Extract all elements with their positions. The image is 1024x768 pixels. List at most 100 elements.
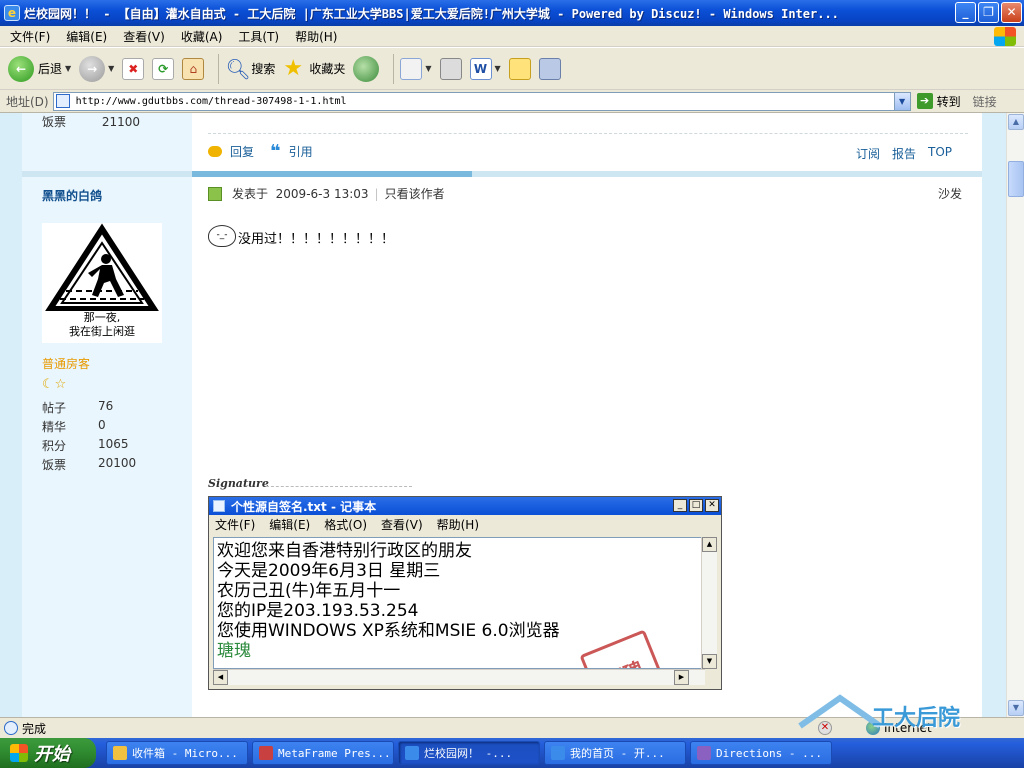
refresh-button[interactable]: ⟳ — [152, 57, 175, 80]
only-author-link[interactable]: 只看该作者 — [385, 185, 445, 202]
prev-stat-value: 21100 — [101, 115, 141, 129]
moon-icon: ☾ — [42, 377, 55, 392]
mail-dropdown-icon[interactable]: ▼ — [425, 64, 431, 73]
metaframe-icon — [259, 746, 273, 760]
stat-label: 帖子 — [42, 401, 67, 415]
popup-blocker-icon[interactable]: ✕ — [818, 721, 832, 735]
title-bar: e 烂校园网！！ - 【自由】灌水自由式 - 工大后院 |广东工业大学BBS|爱… — [0, 0, 1024, 26]
close-button[interactable]: ✕ — [1001, 2, 1022, 23]
reply-link[interactable]: 回复 — [230, 143, 254, 160]
links-button[interactable]: 链接 — [973, 93, 997, 110]
signature-image[interactable]: 个性源自签名.txt - 记事本 _ □ ✕ 文件(F) 编辑(E) 格式(O)… — [208, 496, 722, 690]
scroll-down-icon[interactable]: ▼ — [1008, 700, 1024, 716]
mail-button[interactable]: ▼ — [400, 57, 432, 80]
notepad-close-icon: ✕ — [705, 499, 719, 512]
notepad-scroll-down-icon: ▼ — [702, 654, 717, 669]
menu-tools[interactable]: 工具(T) — [238, 28, 279, 45]
post-icon — [208, 186, 222, 201]
pedestrian-sign-icon — [44, 223, 160, 312]
task-ie-forum[interactable]: 烂校园网！ -... — [398, 741, 540, 765]
stat-value: 1065 — [98, 437, 129, 451]
edit-button[interactable]: W ▼ — [469, 57, 501, 80]
avatar-caption-line2: 我在街上闲逛 — [69, 325, 135, 338]
search-button[interactable]: 🔍︎ 搜索 — [225, 58, 275, 80]
notepad-scroll-left-icon: ◀ — [213, 670, 228, 685]
notepad-menu-item: 格式(O) — [324, 518, 368, 532]
back-button[interactable]: ← 后退 ▼ — [8, 55, 71, 82]
scroll-thumb[interactable] — [1008, 161, 1024, 197]
rank-stars: ☾☆ — [42, 377, 67, 392]
task-metaframe[interactable]: MetaFrame Pres... — [252, 741, 394, 765]
toolbar: ← 后退 ▼ → ▼ ✖ ⟳ ⌂ 🔍︎ 搜索 ★ 收藏夹 ▼ W ▼ — [0, 48, 1024, 90]
research-button[interactable] — [538, 57, 561, 80]
go-arrow-icon[interactable]: ➔ — [916, 93, 933, 109]
scroll-up-icon[interactable]: ▲ — [1008, 114, 1024, 130]
address-dropdown-icon[interactable]: ▼ — [893, 92, 910, 110]
task-label: 烂校园网！ -... — [424, 747, 513, 760]
stop-icon: ✖ — [122, 57, 145, 80]
task-homepage[interactable]: 我的首页 - 开... — [544, 741, 686, 765]
history-button[interactable] — [353, 55, 380, 82]
forum-post-area: 饭票 21100 回复 ❝ 引用 订阅 报告 TOP 黑黑的白鸽 那一夜, 我在… — [22, 113, 982, 717]
page-scrollbar[interactable]: ▲ ▼ — [1006, 113, 1024, 717]
go-button[interactable]: 转到 — [937, 93, 961, 110]
maximize-button[interactable]: ❐ — [978, 2, 999, 23]
notepad-menu-item: 文件(F) — [215, 518, 256, 532]
home-button[interactable]: ⌂ — [182, 57, 205, 80]
stop-button[interactable]: ✖ — [122, 57, 145, 80]
notepad-titlebar: 个性源自签名.txt - 记事本 _ □ ✕ — [209, 497, 721, 515]
minimize-button[interactable]: _ — [955, 2, 976, 23]
notepad-scroll-right-icon: ▶ — [674, 670, 689, 685]
forward-dropdown-icon[interactable]: ▼ — [108, 64, 114, 73]
menu-file[interactable]: 文件(F) — [10, 28, 50, 45]
stat-row: 精华 0 — [42, 418, 136, 437]
reply-bubble-icon — [208, 146, 222, 157]
notepad-minimize-icon: _ — [673, 499, 687, 512]
favorites-star-icon: ★ — [283, 55, 304, 81]
quote-link[interactable]: 引用 — [289, 143, 313, 160]
task-label: 我的首页 - 开... — [570, 747, 665, 760]
address-url[interactable]: http://www.gdutbbs.com/thread-307498-1-1… — [76, 96, 894, 107]
status-text: 完成 — [22, 721, 47, 736]
ie-app-icon[interactable]: e — [4, 5, 20, 21]
signature-divider — [266, 486, 412, 487]
avatar-caption: 那一夜, 我在街上闲逛 — [42, 311, 162, 339]
stat-value: 20100 — [98, 456, 137, 470]
edit-dropdown-icon[interactable]: ▼ — [495, 64, 501, 73]
ie-icon — [405, 746, 419, 760]
toolbar-separator — [218, 53, 220, 84]
notepad-text-area: 欢迎您来自香港特别行政区的朋友 今天是2009年6月3日 星期三 农历己丑(牛)… — [213, 537, 705, 669]
user-rank: 普通房客 — [42, 357, 91, 371]
address-bar: 地址(D) http://www.gdutbbs.com/thread-3074… — [0, 90, 1024, 113]
page-viewport: 饭票 21100 回复 ❝ 引用 订阅 报告 TOP 黑黑的白鸽 那一夜, 我在… — [0, 113, 1006, 717]
notes-button[interactable] — [508, 57, 531, 80]
avatar[interactable]: 那一夜, 我在街上闲逛 — [42, 223, 162, 343]
menu-edit[interactable]: 编辑(E) — [66, 28, 107, 45]
menu-bar: 文件(F) 编辑(E) 查看(V) 收藏(A) 工具(T) 帮助(H) — [0, 26, 1024, 47]
windows-logo-icon — [994, 27, 1016, 46]
signature-label: Signature — [208, 477, 269, 490]
top-link[interactable]: TOP — [928, 145, 952, 162]
task-outlook[interactable]: 收件箱 - Micro... — [106, 741, 248, 765]
menu-help[interactable]: 帮助(H) — [295, 28, 337, 45]
zone-label: Internet — [884, 721, 932, 735]
forward-button[interactable]: → ▼ — [79, 55, 114, 82]
task-label: MetaFrame Pres... — [278, 746, 391, 760]
address-input[interactable]: http://www.gdutbbs.com/thread-307498-1-1… — [52, 91, 911, 111]
notepad-icon — [213, 500, 225, 512]
menu-favorites[interactable]: 收藏(A) — [181, 28, 223, 45]
print-button[interactable] — [439, 57, 462, 80]
quote-icon: ❝ — [270, 140, 281, 162]
start-button[interactable]: 开始 — [0, 738, 96, 768]
post-author-name[interactable]: 黑黑的白鸽 — [42, 187, 102, 204]
menu-view[interactable]: 查看(V) — [123, 28, 165, 45]
task-directions[interactable]: Directions - ... — [690, 741, 832, 765]
toolbar-separator — [393, 53, 395, 84]
stat-row: 积分 1065 — [42, 437, 136, 456]
status-bar: 完成 ✕ Internet — [0, 717, 1024, 738]
favorites-button[interactable]: ★ 收藏夹 — [283, 55, 345, 81]
research-icon — [538, 57, 561, 80]
subscribe-link[interactable]: 订阅 — [856, 145, 880, 162]
back-dropdown-icon[interactable]: ▼ — [65, 64, 71, 73]
report-link[interactable]: 报告 — [892, 145, 916, 162]
